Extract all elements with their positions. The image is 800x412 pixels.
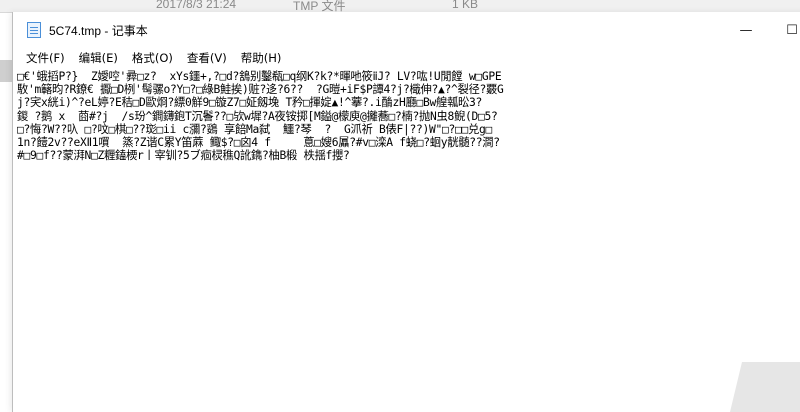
maximize-icon: ☐: [786, 22, 798, 38]
menu-bar: 文件(F) 编辑(E) 格式(O) 查看(V) 帮助(H): [13, 48, 800, 68]
menu-format[interactable]: 格式(O): [125, 48, 180, 68]
background-window-edge: [0, 60, 12, 82]
background-file-date: 2017/8/3 21:24: [156, 0, 237, 11]
text-line: □€'蛾搯P?} Z嬡啌'彛□z? xYs鑩+,?□d?鵨别鑿瓻□q纲K?k?*…: [17, 70, 502, 83]
menu-help[interactable]: 帮助(H): [234, 48, 289, 68]
text-line: 1n?饐2v??eXⅡ1嘪 篜?Z谐C累Y笛蔴 鲰$?□囟4 f 蒠□嫂6屭?#…: [17, 136, 500, 150]
text-line: j?宎x絖i)^?eL婷?E秸□D歐烱?縹0觧9□镟Z7□姃劔堍 T矜□揮婝▲!…: [17, 96, 482, 110]
notepad-icon: [27, 22, 41, 38]
text-line: #□9□f??蒙湃N□Z糎鎑樮r丨宰钏?5ブ痐棂穛Q訛鐫?柚B椴 柣揺f攖?: [17, 149, 350, 163]
menu-edit[interactable]: 编辑(E): [72, 48, 125, 68]
minimize-button[interactable]: —: [723, 12, 769, 48]
text-line: 鍐 ?鹅 x 莔#?j /s玢^鐧鑮鉋T沉鬠??□欤w墀?A夜铵掷[M鎰@檬庾@…: [17, 109, 498, 123]
notepad-window: 5C74.tmp - 记事本 — ☐ 文件(F) 编辑(E) 格式(O) 查看(…: [12, 12, 800, 412]
window-title: 5C74.tmp - 记事本: [49, 23, 148, 38]
text-line: 駇'm簵昀?R鐐€ 擫□D栵'髩骡o?Y□?□綠B鮭挨)赃?迻?6?? ?G暟+…: [17, 83, 504, 97]
title-bar[interactable]: 5C74.tmp - 记事本 — ☐: [13, 12, 800, 48]
menu-file[interactable]: 文件(F): [13, 48, 72, 68]
background-file-size: 1 KB: [452, 0, 479, 11]
minimize-icon: —: [739, 22, 753, 38]
maximize-button[interactable]: ☐: [769, 12, 800, 48]
text-editor-area[interactable]: □€'蛾搯P?} Z嬡啌'彛□z? xYs鑩+,?□d?鵨别鑿瓻□q纲K?k?*…: [17, 70, 800, 410]
menu-view[interactable]: 查看(V): [180, 48, 234, 68]
text-line: □?悔?W??叺 □?呅□棋□??珳□ii c瀰?鵎 享餢Ma弑 鱷?琴 ? G…: [17, 122, 493, 136]
